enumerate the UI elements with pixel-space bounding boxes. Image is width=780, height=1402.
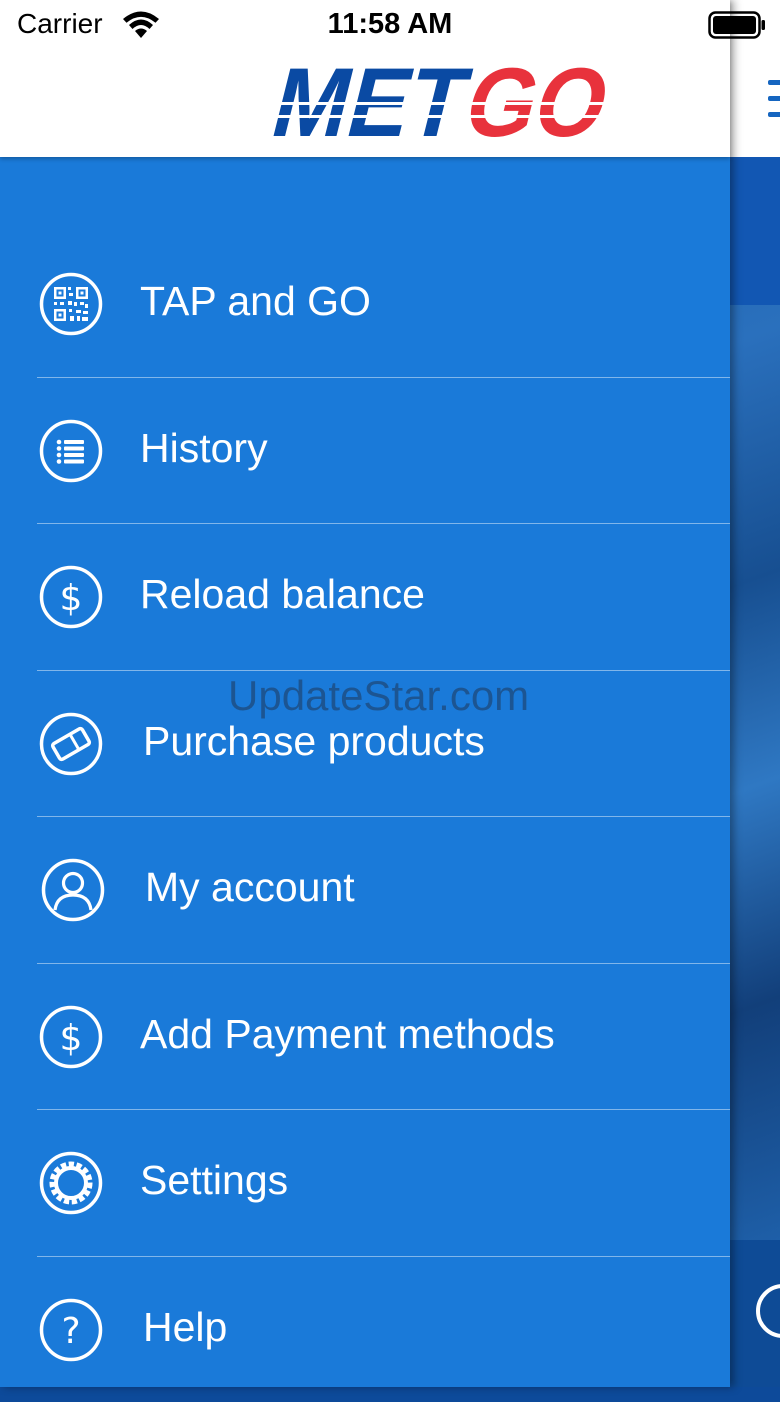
menu-item-label: TAP and GO xyxy=(140,278,371,325)
metgo-logo: MET GO xyxy=(265,58,615,144)
menu-item-tap-and-go[interactable]: TAP and GO xyxy=(0,230,730,377)
svg-text:?: ? xyxy=(61,1311,80,1352)
menu-item-my-account[interactable]: My account xyxy=(0,816,730,963)
menu-item-label: Add Payment methods xyxy=(140,1011,555,1058)
menu-item-help[interactable]: ? Help xyxy=(0,1256,730,1402)
svg-text:MET: MET xyxy=(265,58,479,144)
menu-item-label: Purchase products xyxy=(143,718,485,765)
menu-item-label: Reload balance xyxy=(140,571,425,618)
svg-text:$: $ xyxy=(60,578,83,619)
menu-item-label: History xyxy=(140,425,268,472)
menu-item-history[interactable]: History xyxy=(0,377,730,524)
gear-icon xyxy=(39,1151,103,1215)
svg-text:$: $ xyxy=(60,1018,83,1059)
menu-item-label: Settings xyxy=(140,1157,288,1204)
help-icon: ? xyxy=(39,1298,103,1362)
menu-item-reload-balance[interactable]: $ Reload balance xyxy=(0,523,730,670)
battery-icon xyxy=(708,11,766,39)
list-icon xyxy=(39,419,103,483)
menu-item-settings[interactable]: Settings xyxy=(0,1109,730,1256)
menu-item-label: Help xyxy=(143,1304,227,1351)
menu-item-label: My account xyxy=(145,864,355,911)
dollar-icon: $ xyxy=(39,1005,103,1069)
dollar-icon: $ xyxy=(39,565,103,629)
clock: 11:58 AM xyxy=(0,8,780,41)
qr-code-icon xyxy=(39,272,103,336)
status-bar: Carrier 11:58 AM xyxy=(0,0,780,50)
menu-item-add-payment-methods[interactable]: $ Add Payment methods xyxy=(0,963,730,1110)
watermark: UpdateStar.com xyxy=(228,672,529,720)
ticket-icon xyxy=(39,712,103,776)
hamburger-menu-icon[interactable] xyxy=(768,80,780,126)
drawer-menu: TAP and GO History $ Reload balance xyxy=(0,230,730,1402)
user-icon xyxy=(41,858,105,922)
svg-text:GO: GO xyxy=(455,58,615,144)
